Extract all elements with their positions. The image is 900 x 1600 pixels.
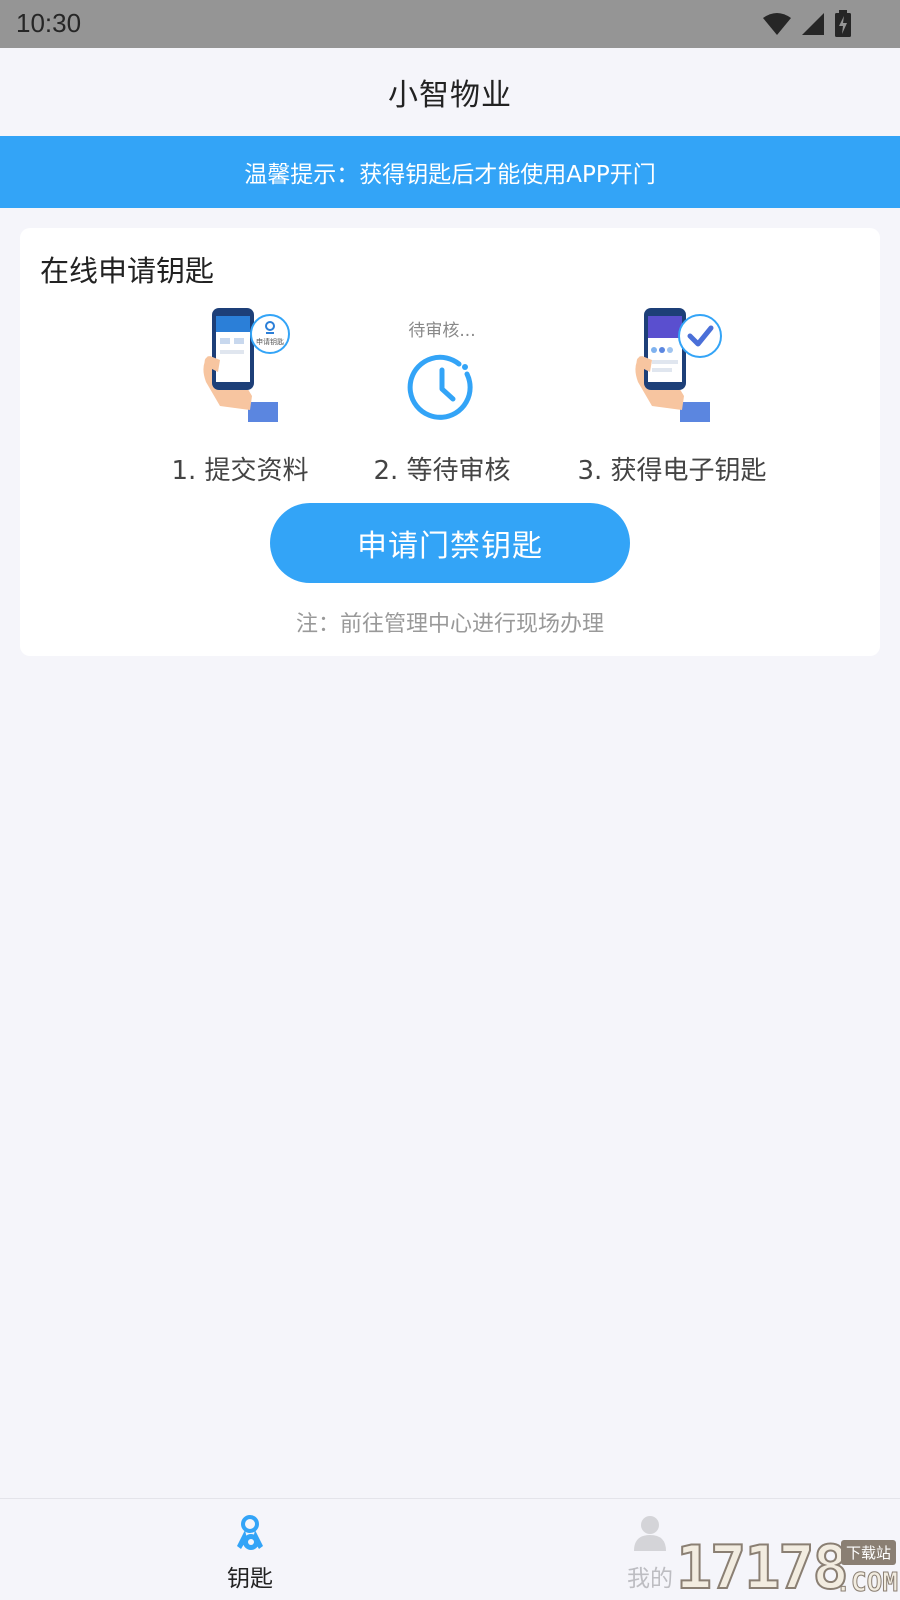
apply-access-key-button[interactable]: 申请门禁钥匙 — [270, 503, 630, 583]
card-note: 注：前往管理中心进行现场办理 — [295, 612, 604, 637]
watermark-tag: 下载站 — [840, 1540, 896, 1565]
apply-key-card: 在线申请钥匙 申请钥匙 1. 提交资料 待审核... 2. 等待审核 3. 获得… — [20, 228, 880, 656]
tab-label: 钥匙 — [227, 1566, 273, 1592]
watermark-digits: 17178 — [675, 1533, 850, 1600]
apply-badge-text: 申请钥匙 — [256, 337, 284, 346]
watermark-suffix: .COM — [835, 1568, 899, 1599]
notice-text: 温馨提示：获得钥匙后才能使用APP开门 — [244, 162, 656, 188]
phone-apply-icon: 申请钥匙 — [203, 308, 290, 422]
step-submit-info: 申请钥匙 1. 提交资料 — [130, 306, 350, 486]
battery-charging-icon — [835, 10, 851, 37]
step-label: 2. 等待审核 — [373, 456, 511, 486]
clock-icon — [407, 354, 473, 420]
status-bar: 10:30 — [0, 0, 900, 48]
site-watermark: 17178 下载站 .COM — [672, 1533, 900, 1600]
step-get-key: 3. 获得电子钥匙 — [562, 306, 782, 486]
notice-banner: 温馨提示：获得钥匙后才能使用APP开门 — [0, 136, 900, 208]
person-icon — [634, 1516, 666, 1551]
step-label: 3. 获得电子钥匙 — [577, 456, 767, 486]
step-waiting-review: 待审核... 2. 等待审核 — [332, 306, 552, 486]
key-icon — [237, 1515, 263, 1550]
app-header: 小智物业 — [0, 48, 900, 136]
phone-check-icon — [635, 308, 722, 422]
step-label: 1. 提交资料 — [171, 456, 309, 486]
status-time: 10:30 — [16, 8, 82, 38]
page-title: 小智物业 — [388, 78, 512, 113]
status-icons — [762, 10, 852, 38]
tab-keys[interactable]: 钥匙 — [150, 1499, 350, 1600]
wifi-icon — [763, 13, 791, 35]
pending-status-text: 待审核... — [408, 321, 476, 341]
signal-icon — [802, 13, 824, 35]
card-title: 在线申请钥匙 — [40, 254, 215, 288]
